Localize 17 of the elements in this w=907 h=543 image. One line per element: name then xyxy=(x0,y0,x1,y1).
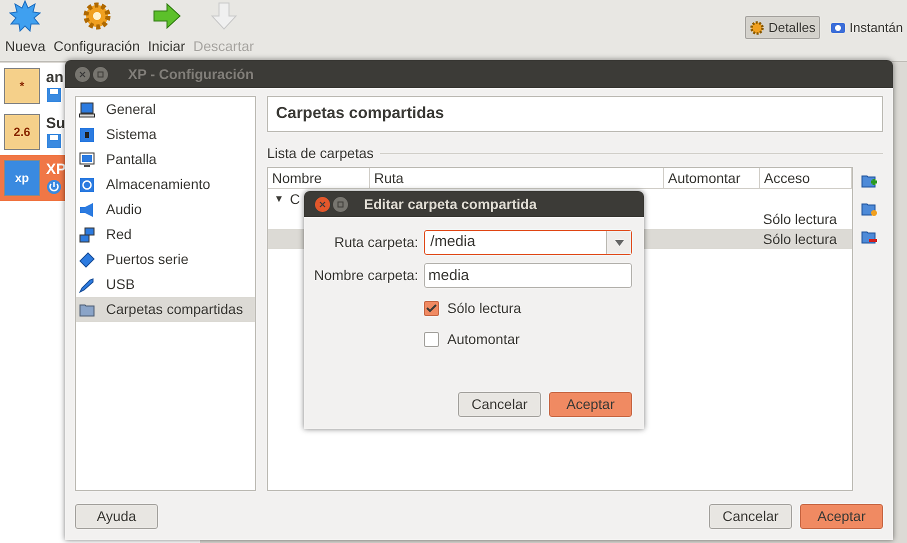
table-cell-text: Sólo lectura xyxy=(762,210,837,228)
window-title: XP - Configuración xyxy=(128,64,254,84)
checkbox-label: Sólo lectura xyxy=(447,299,522,318)
section-label: Lista de carpetas xyxy=(267,144,374,163)
vm-badge-icon: * xyxy=(4,68,40,104)
vm-name: Su xyxy=(46,115,66,133)
vm-badge-icon: 2.6 xyxy=(4,114,40,150)
vm-badge-icon: xp xyxy=(4,160,40,196)
vm-name: an xyxy=(46,69,64,87)
table-cell-text: Sólo lectura xyxy=(762,230,837,248)
dialog-title: Editar carpeta compartida xyxy=(364,194,537,214)
field-label: Nombre carpeta: xyxy=(314,266,418,285)
page-title: Carpetas compartidas xyxy=(276,104,444,124)
table-cell-text: C xyxy=(290,190,300,208)
checkbox-label: Automontar xyxy=(447,330,520,349)
vm-name: XP xyxy=(46,161,66,179)
field-label: Ruta carpeta: xyxy=(333,233,418,252)
